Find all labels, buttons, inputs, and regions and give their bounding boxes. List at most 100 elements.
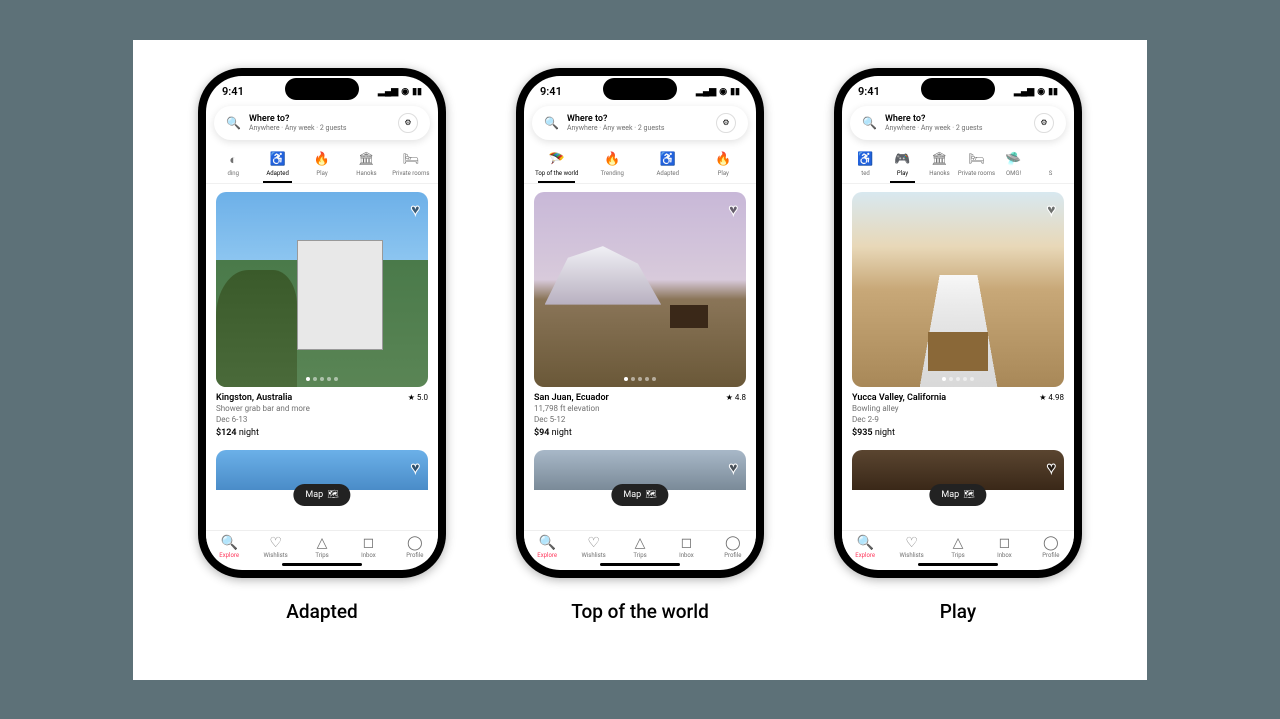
tab-wishlists[interactable]: ♡Wishlists bbox=[888, 535, 934, 559]
category-icon: 🏛 bbox=[931, 152, 948, 168]
category-icon: 🔥 bbox=[314, 152, 330, 168]
search-bar[interactable]: 🔍 Where to?Anywhere · Any week · 2 guests… bbox=[214, 106, 430, 140]
category-icon: 🛏 bbox=[968, 152, 985, 168]
price-amount: $94 bbox=[534, 428, 549, 438]
tab-inbox[interactable]: ◻Inbox bbox=[663, 535, 709, 559]
tab-explore[interactable]: 🔍Explore bbox=[206, 535, 252, 559]
wifi-icon: ◉ bbox=[719, 87, 727, 97]
category-tab[interactable]: 🔥Play bbox=[697, 148, 751, 183]
category-tab[interactable]: ◐ding bbox=[212, 148, 254, 183]
category-tab[interactable]: 🛏Private rooms bbox=[959, 148, 994, 183]
category-tab[interactable]: 🛸OMG! bbox=[996, 148, 1031, 183]
phone-frame: 9:41▂▄▆ ◉ ▮▮🔍Where to?Anywhere · Any wee… bbox=[834, 68, 1082, 578]
status-time: 9:41 bbox=[858, 85, 880, 98]
tab-trips[interactable]: △Trips bbox=[935, 535, 981, 559]
category-label: Hanoks bbox=[356, 170, 376, 177]
bottom-tab-bar: 🔍Explore♡Wishlists△Trips◻Inbox◯Profile bbox=[842, 530, 1074, 561]
wishlist-heart-icon[interactable]: ♥ bbox=[729, 458, 739, 478]
tab-profile[interactable]: ◯Profile bbox=[710, 535, 756, 559]
tab-explore[interactable]: 🔍Explore bbox=[524, 535, 570, 559]
map-icon: 🗺 bbox=[645, 490, 656, 500]
category-tab[interactable]: 🛏Private rooms bbox=[390, 148, 432, 183]
filter-icon[interactable]: ⚙ bbox=[398, 113, 418, 133]
map-button[interactable]: Map 🗺 bbox=[929, 484, 986, 506]
category-label: S bbox=[1049, 170, 1053, 177]
pagination-dot bbox=[949, 377, 953, 381]
wishlist-heart-icon[interactable]: ♥ bbox=[411, 200, 421, 220]
wishlist-heart-icon[interactable]: ♥ bbox=[411, 458, 421, 478]
listing-title: Kingston, Australia bbox=[216, 393, 292, 403]
tab-explore[interactable]: 🔍Explore bbox=[842, 535, 888, 559]
tab-inbox[interactable]: ◻Inbox bbox=[981, 535, 1027, 559]
filter-icon[interactable]: ⚙ bbox=[716, 113, 736, 133]
listing-card[interactable]: ♥Yucca Valley, California★ 4.98Bowling a… bbox=[852, 192, 1064, 444]
category-label: Trending bbox=[601, 170, 624, 177]
map-label: Map bbox=[941, 490, 959, 500]
map-button[interactable]: Map 🗺 bbox=[611, 484, 668, 506]
tab-wishlists[interactable]: ♡Wishlists bbox=[570, 535, 616, 559]
phone-caption: Top of the world bbox=[571, 600, 709, 623]
listing-image[interactable]: ♥ bbox=[852, 192, 1064, 387]
home-indicator bbox=[918, 563, 998, 566]
search-bar[interactable]: 🔍Where to?Anywhere · Any week · 2 guests… bbox=[850, 106, 1066, 140]
search-subtitle: Anywhere · Any week · 2 guests bbox=[249, 124, 390, 132]
listing-card[interactable]: ♥San Juan, Ecuador★ 4.811,798 ft elevati… bbox=[534, 192, 746, 444]
wishlist-heart-icon[interactable]: ♥ bbox=[1047, 200, 1057, 220]
search-icon: 🔍 bbox=[226, 116, 241, 130]
pagination-dot bbox=[942, 377, 946, 381]
pagination-dot bbox=[956, 377, 960, 381]
category-label: Adapted bbox=[266, 170, 288, 177]
explore-icon: 🔍 bbox=[856, 535, 873, 551]
image-pagination bbox=[942, 377, 974, 381]
trips-icon: △ bbox=[317, 535, 328, 551]
category-tab[interactable]: 🔥 Trending bbox=[586, 148, 640, 183]
search-icon: 🔍 bbox=[544, 116, 559, 130]
trips-icon: △ bbox=[953, 535, 964, 551]
phone-column: 9:41▂▄▆ ◉ ▮▮🔍Where to?Anywhere · Any wee… bbox=[809, 68, 1107, 660]
wifi-icon: ◉ bbox=[401, 87, 409, 97]
tab-label: Profile bbox=[406, 552, 423, 559]
pagination-dot bbox=[645, 377, 649, 381]
pagination-dot bbox=[334, 377, 338, 381]
listing-card[interactable]: ♥ Kingston, Australia★ 5.0Shower grab bar… bbox=[216, 192, 428, 444]
category-tab[interactable]: ♿Adapted bbox=[641, 148, 695, 183]
price-unit: night bbox=[239, 428, 259, 438]
category-tab[interactable]: ♿ted bbox=[848, 148, 883, 183]
category-icon: 🔥 bbox=[604, 152, 620, 168]
wishlist-heart-icon[interactable]: ♥ bbox=[729, 200, 739, 220]
category-tab[interactable]: S bbox=[1033, 148, 1068, 183]
listing-subtitle: Bowling alley bbox=[852, 403, 1064, 414]
tab-profile[interactable]: ◯Profile bbox=[392, 535, 438, 559]
search-text: Where to?Anywhere · Any week · 2 guests bbox=[567, 114, 708, 132]
listing-info: Kingston, Australia★ 5.0Shower grab bar … bbox=[216, 387, 428, 444]
wishlist-heart-icon[interactable]: ♥ bbox=[1047, 458, 1057, 478]
listing-dates: Dec 6-13 bbox=[216, 414, 428, 425]
search-title: Where to? bbox=[249, 114, 390, 124]
tab-wishlists[interactable]: ♡Wishlists bbox=[252, 535, 298, 559]
category-icon: 🪂 bbox=[549, 152, 565, 168]
tab-label: Trips bbox=[315, 552, 328, 559]
tab-trips[interactable]: △Trips bbox=[299, 535, 345, 559]
listing-image[interactable]: ♥ bbox=[534, 192, 746, 387]
category-tab[interactable]: 🪂Top of the world bbox=[530, 148, 584, 183]
category-tab[interactable]: 🏛Hanoks bbox=[922, 148, 957, 183]
search-bar[interactable]: 🔍 Where to?Anywhere · Any week · 2 guests… bbox=[532, 106, 748, 140]
tab-trips[interactable]: △Trips bbox=[617, 535, 663, 559]
category-tab[interactable]: 🏛Hanoks bbox=[345, 148, 387, 183]
phone-screen: 9:41▂▄▆ ◉ ▮▮🔍Where to?Anywhere · Any wee… bbox=[206, 76, 438, 570]
home-indicator bbox=[282, 563, 362, 566]
listing-price: $935 night bbox=[852, 428, 1064, 438]
category-tab[interactable]: ♿Adapted bbox=[256, 148, 298, 183]
pagination-dot bbox=[313, 377, 317, 381]
filter-icon[interactable]: ⚙ bbox=[1034, 113, 1054, 133]
listing-image[interactable]: ♥ bbox=[216, 192, 428, 387]
category-tab[interactable]: 🔥Play bbox=[301, 148, 343, 183]
tab-profile[interactable]: ◯Profile bbox=[1028, 535, 1074, 559]
category-tabs: ◐ding♿Adapted🔥Play🏛Hanoks🛏Private rooms bbox=[206, 148, 438, 184]
map-button[interactable]: Map 🗺 bbox=[293, 484, 350, 506]
search-text: Where to?Anywhere · Any week · 2 guests bbox=[249, 114, 390, 132]
map-icon: 🗺 bbox=[963, 490, 974, 500]
trips-icon: △ bbox=[635, 535, 646, 551]
tab-inbox[interactable]: ◻Inbox bbox=[345, 535, 391, 559]
category-tab[interactable]: 🎮Play bbox=[885, 148, 920, 183]
